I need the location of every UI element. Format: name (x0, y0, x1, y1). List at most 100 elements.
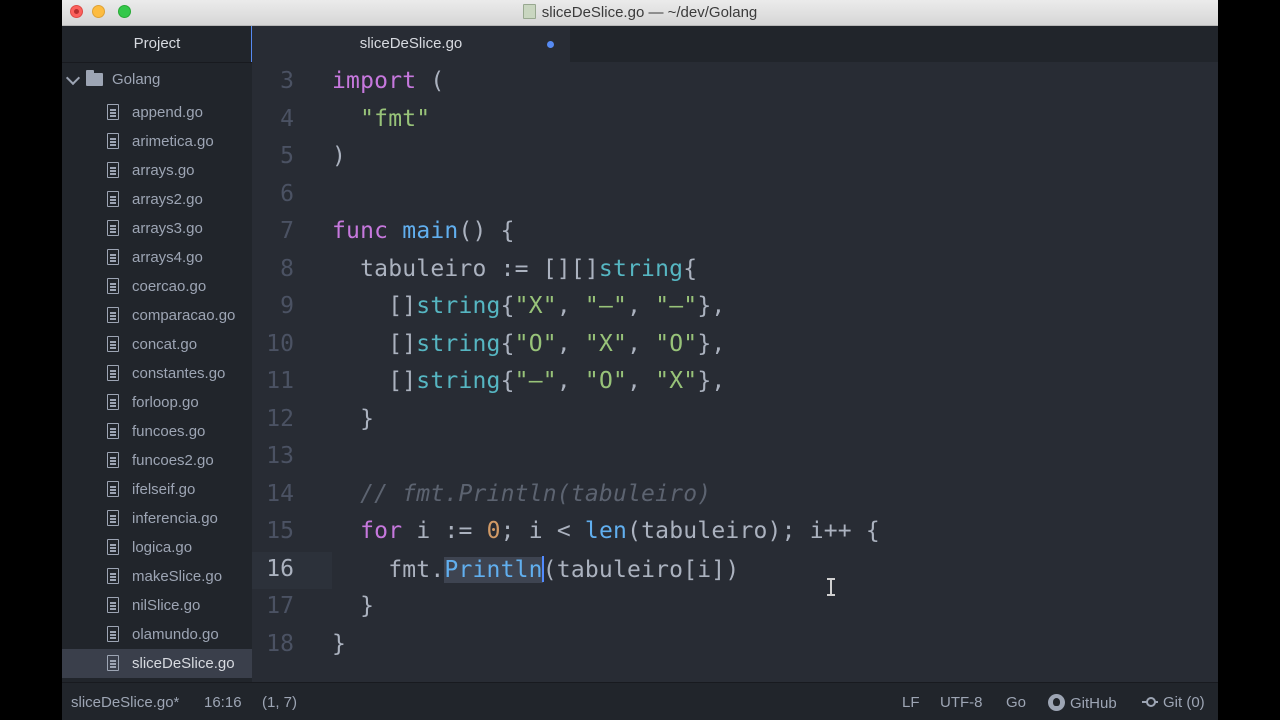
file-item[interactable]: nilSlice.go (62, 591, 252, 620)
line-number[interactable]: 16 (252, 556, 294, 582)
code-line[interactable]: []string{"X", "–", "–"}, (332, 293, 725, 319)
file-text-icon (107, 510, 119, 526)
file-item-label: funcoes2.go (132, 452, 214, 469)
file-item[interactable]: funcoes.go (62, 417, 252, 446)
file-item[interactable]: funcoes2.go (62, 446, 252, 475)
code-line[interactable]: func main() { (332, 218, 515, 244)
file-text-icon (107, 162, 119, 178)
status-cursor-position[interactable]: 16:16 (204, 694, 242, 711)
file-item[interactable]: arrays2.go (62, 185, 252, 214)
line-number[interactable]: 7 (252, 218, 294, 244)
github-icon (1048, 694, 1065, 711)
code-line[interactable]: []string{"–", "O", "X"}, (332, 368, 725, 394)
modified-indicator-icon[interactable] (547, 41, 554, 48)
line-number[interactable]: 5 (252, 143, 294, 169)
file-item-label: funcoes.go (132, 423, 206, 440)
file-item[interactable]: concat.go (62, 330, 252, 359)
code-line[interactable]: fmt.Println(tabuleiro[i]) (332, 555, 739, 583)
code-line[interactable]: tabuleiro := [][]string{ (332, 256, 697, 282)
window-title: sliceDeSlice.go — ~/dev/Golang (541, 4, 758, 21)
line-number[interactable]: 13 (252, 443, 294, 469)
line-number[interactable]: 18 (252, 631, 294, 657)
line-number[interactable]: 11 (252, 368, 294, 394)
file-item[interactable]: sliceDeSlice.go (62, 649, 252, 678)
status-grammar[interactable]: Go (1006, 694, 1026, 711)
code-line[interactable]: import ( (332, 68, 444, 94)
status-file-name[interactable]: sliceDeSlice.go* (71, 694, 179, 711)
status-github-label: GitHub (1070, 695, 1117, 712)
code-line[interactable]: } (332, 593, 374, 619)
file-item-label: sliceDeSlice.go (132, 655, 235, 672)
status-git[interactable]: Git (0) (1142, 694, 1205, 711)
file-item[interactable]: logica.go (62, 533, 252, 562)
file-item-label: logica.go (132, 539, 193, 556)
file-item-label: ifelseif.go (132, 481, 196, 498)
status-github[interactable]: GitHub (1048, 694, 1117, 712)
code-line[interactable]: } (332, 631, 346, 657)
window-title-area: sliceDeSlice.go — ~/dev/Golang (62, 4, 1218, 21)
chevron-down-icon[interactable] (65, 70, 81, 86)
file-text-icon (107, 655, 119, 671)
file-text-icon (107, 452, 119, 468)
code-editor[interactable]: 3 import ( 4 "fmt" 5) 6 7 func main() { 8 tabul… (252, 62, 1218, 682)
file-list: append.go arimetica.go arrays.go arrays2.go… (62, 98, 252, 678)
line-number[interactable]: 12 (252, 406, 294, 432)
file-text-icon (107, 481, 119, 497)
file-item[interactable]: olamundo.go (62, 620, 252, 649)
file-item-label: append.go (132, 104, 203, 121)
code-line[interactable]: ) (332, 143, 346, 169)
file-item[interactable]: arimetica.go (62, 127, 252, 156)
file-item[interactable]: makeSlice.go (62, 562, 252, 591)
file-item-label: comparacao.go (132, 307, 236, 324)
file-item-label: arrays2.go (132, 191, 203, 208)
status-encoding[interactable]: UTF-8 (940, 694, 983, 711)
line-number[interactable]: 4 (252, 106, 294, 132)
code-line[interactable]: } (332, 406, 374, 432)
tree-view: Project Golang append.go arimetica.go arra… (62, 26, 252, 682)
file-item[interactable]: append.go (62, 98, 252, 127)
line-number[interactable]: 10 (252, 331, 294, 357)
line-number[interactable]: 3 (252, 68, 294, 94)
file-item-label: arrays4.go (132, 249, 203, 266)
folder-label: Golang (112, 71, 161, 88)
file-text-icon (107, 423, 119, 439)
file-text-icon (107, 133, 119, 149)
tab-label: sliceDeSlice.go (359, 35, 463, 52)
status-selection-count[interactable]: (1, 7) (262, 694, 297, 711)
folder-icon (86, 70, 103, 86)
line-number[interactable]: 14 (252, 481, 294, 507)
file-item[interactable]: ifelseif.go (62, 475, 252, 504)
file-text-icon (107, 597, 119, 613)
file-text-icon (107, 191, 119, 207)
file-item-label: coercao.go (132, 278, 207, 295)
code-line[interactable]: // fmt.Println(tabuleiro) (332, 481, 711, 507)
file-text-icon (107, 249, 119, 265)
project-panel-header[interactable]: Project (62, 26, 252, 63)
title-bar[interactable]: sliceDeSlice.go — ~/dev/Golang (62, 0, 1218, 26)
file-item[interactable]: forloop.go (62, 388, 252, 417)
file-text-icon (107, 568, 119, 584)
line-number[interactable]: 15 (252, 518, 294, 544)
file-text-icon (107, 278, 119, 294)
file-item[interactable]: coercao.go (62, 272, 252, 301)
status-line-ending[interactable]: LF (902, 694, 920, 711)
file-item[interactable]: constantes.go (62, 359, 252, 388)
file-text-icon (107, 365, 119, 381)
file-text-icon (107, 104, 119, 120)
line-number[interactable]: 9 (252, 293, 294, 319)
line-number[interactable]: 17 (252, 593, 294, 619)
tab-bar: sliceDeSlice.go (251, 26, 1218, 62)
file-item[interactable]: inferencia.go (62, 504, 252, 533)
file-item[interactable]: arrays4.go (62, 243, 252, 272)
code-line[interactable]: for i := 0; i < len(tabuleiro); i++ { (332, 518, 880, 544)
code-line[interactable]: "fmt" (332, 106, 430, 132)
file-item[interactable]: arrays.go (62, 156, 252, 185)
line-number[interactable]: 6 (252, 181, 294, 207)
line-number[interactable]: 8 (252, 256, 294, 282)
file-item[interactable]: comparacao.go (62, 301, 252, 330)
tab-sliceDeSlice[interactable]: sliceDeSlice.go (252, 26, 570, 62)
folder-golang[interactable]: Golang (62, 68, 252, 92)
code-line[interactable]: []string{"O", "X", "O"}, (332, 331, 725, 357)
file-item[interactable]: arrays3.go (62, 214, 252, 243)
file-item-label: inferencia.go (132, 510, 218, 527)
